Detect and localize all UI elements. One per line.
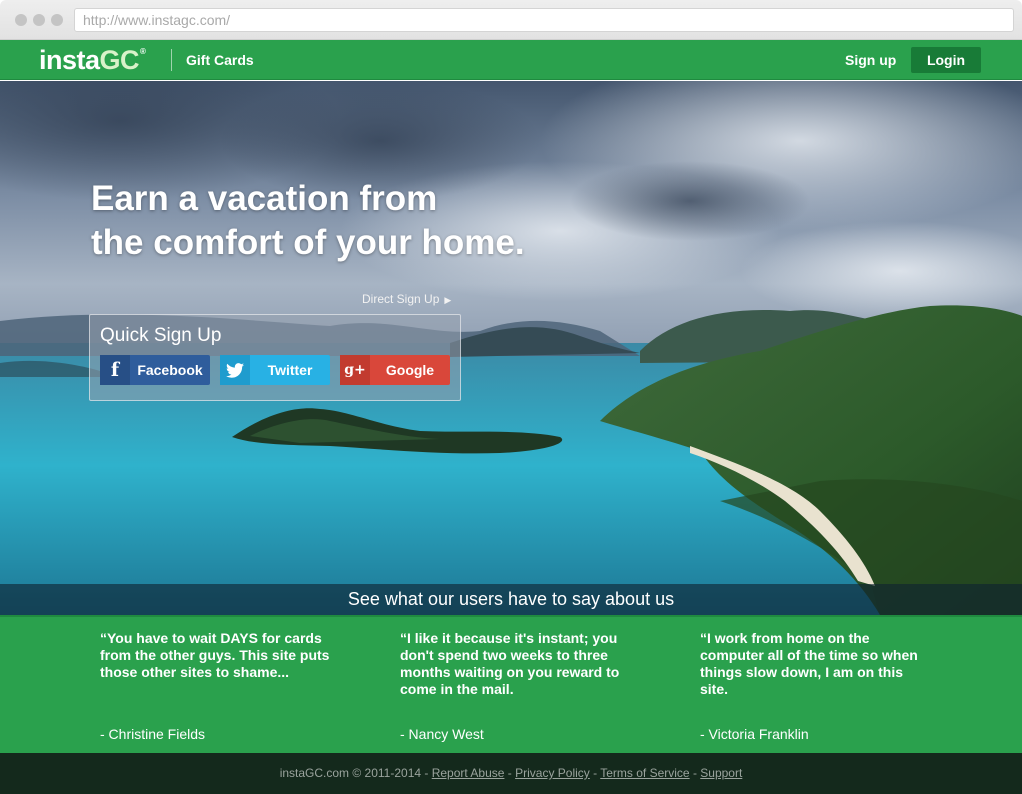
- nav-divider: [171, 49, 172, 71]
- logo-text-gc: GC: [99, 45, 140, 75]
- twitter-icon: [220, 355, 250, 385]
- footer-separator: -: [421, 766, 432, 780]
- facebook-signup-button[interactable]: f Facebook: [100, 355, 210, 385]
- testimonial-quote: “You have to wait DAYS for cards from th…: [100, 630, 330, 680]
- testimonial-quote: “I work from home on the computer all of…: [700, 630, 918, 697]
- quick-signup-title: Quick Sign Up: [100, 325, 222, 346]
- window-zoom-dot[interactable]: [51, 14, 63, 26]
- testimonial-author: - Victoria Franklin: [700, 726, 809, 742]
- google-plus-icon: g+: [340, 355, 370, 385]
- window-close-dot[interactable]: [15, 14, 27, 26]
- direct-signup-link[interactable]: Direct Sign Up ▶: [362, 292, 451, 306]
- hero-section: Earn a vacation from the comfort of your…: [0, 81, 1022, 615]
- footer-link-terms-of-service[interactable]: Terms of Service: [600, 766, 689, 780]
- hero-headline: Earn a vacation from the comfort of your…: [91, 177, 525, 265]
- direct-signup-label: Direct Sign Up: [362, 292, 440, 306]
- hero-headline-line-1: Earn a vacation from: [91, 179, 438, 218]
- logo-text-insta: insta: [39, 45, 100, 75]
- twitter-signup-button[interactable]: Twitter: [220, 355, 330, 385]
- browser-chrome: http://www.instagc.com/: [0, 0, 1022, 40]
- footer-separator: -: [589, 766, 601, 780]
- footer-separator: -: [504, 766, 516, 780]
- login-button[interactable]: Login: [911, 47, 981, 73]
- hero-headline-line-2: the comfort of your home.: [91, 223, 525, 262]
- testimonial-quote: “I like it because it's instant; you don…: [400, 630, 620, 697]
- logo-registered-mark: ®: [140, 47, 146, 56]
- twitter-button-label: Twitter: [267, 362, 313, 378]
- footer-copyright: instaGC.com © 2011-2014: [279, 766, 422, 780]
- testimonial-card: “You have to wait DAYS for cards from th…: [100, 630, 330, 742]
- facebook-icon: f: [100, 355, 130, 385]
- signup-link[interactable]: Sign up: [845, 52, 896, 68]
- footer-link-support[interactable]: Support: [700, 766, 742, 780]
- play-arrow-icon: ▶: [444, 295, 452, 305]
- google-signup-button[interactable]: g+ Google: [340, 355, 450, 385]
- site-header: instaGC® Gift Cards Sign up Login: [0, 40, 1022, 80]
- instagc-logo[interactable]: instaGC®: [39, 44, 146, 83]
- testimonial-card: “I work from home on the computer all of…: [700, 630, 930, 742]
- address-bar[interactable]: http://www.instagc.com/: [74, 8, 1014, 32]
- testimonial-card: “I like it because it's instant; you don…: [400, 630, 630, 742]
- quick-signup-panel: Quick Sign Up f Facebook Twitter g+ Goog…: [89, 314, 461, 401]
- footer-separator: -: [689, 766, 701, 780]
- testimonials-section: “You have to wait DAYS for cards from th…: [0, 615, 1022, 753]
- testimonial-author: - Christine Fields: [100, 726, 206, 742]
- footer-link-privacy-policy[interactable]: Privacy Policy: [515, 766, 590, 780]
- google-button-label: Google: [385, 362, 435, 378]
- facebook-button-label: Facebook: [137, 362, 203, 378]
- footer-link-report-abuse[interactable]: Report Abuse: [432, 766, 505, 780]
- window-minimize-dot[interactable]: [33, 14, 45, 26]
- site-footer: instaGC.com © 2011-2014 - Report Abuse -…: [0, 753, 1022, 794]
- testimonials-heading: See what our users have to say about us: [0, 584, 1022, 615]
- testimonial-author: - Nancy West: [400, 726, 484, 742]
- nav-gift-cards[interactable]: Gift Cards: [186, 52, 254, 68]
